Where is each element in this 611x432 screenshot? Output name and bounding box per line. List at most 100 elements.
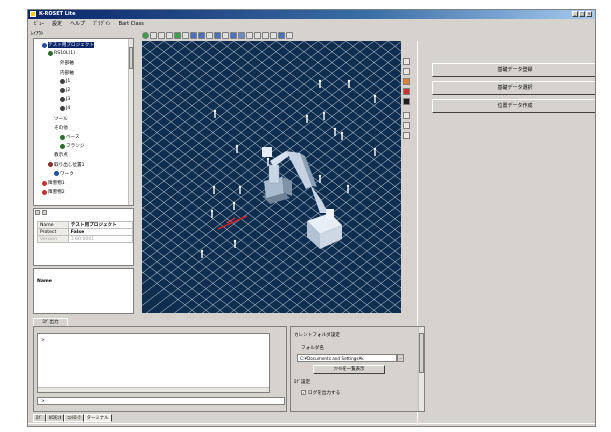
menu-bart-class[interactable]: Bart Class [119, 20, 144, 28]
log-hscrollbar[interactable] [38, 387, 269, 392]
tree-node[interactable]: 外部軸 [54, 60, 74, 66]
settings-icon[interactable] [286, 31, 293, 39]
zoom-icon[interactable] [166, 31, 173, 39]
minimize-button[interactable]: _ [572, 11, 578, 17]
light-icon[interactable] [262, 31, 269, 39]
rotate-icon[interactable] [150, 31, 157, 39]
tree-scroll-thumb[interactable] [129, 47, 133, 69]
wire-icon[interactable] [230, 31, 237, 39]
property-row[interactable]: Version 1.00.0001 [37, 235, 134, 243]
tree-node-label: J3 [66, 97, 71, 103]
checkbox-check-icon[interactable]: ✓ [301, 390, 306, 395]
folder-path-field[interactable]: C:¥Documents and Settings¥k [297, 354, 397, 362]
tree-node[interactable]: J2 [60, 88, 70, 93]
menu-view[interactable]: ﾋﾞｭｰ [34, 20, 44, 28]
tree-node[interactable]: 内部軸 [54, 70, 74, 76]
tree-node-icon [60, 78, 65, 84]
command-input[interactable]: > [37, 397, 285, 405]
workpiece-box[interactable] [307, 209, 342, 249]
tab-log[interactable]: ﾛｸﾞ [33, 414, 46, 422]
robot-model[interactable] [262, 147, 328, 213]
view-front-icon[interactable] [174, 31, 181, 39]
log-output-checkbox[interactable]: ✓ ログを出力する [301, 390, 340, 396]
pan-icon[interactable] [158, 31, 165, 39]
teach-point-head [266, 157, 270, 161]
teach-point-head [322, 111, 326, 115]
tree-node-label: 障害物1 [48, 181, 65, 186]
tree-node-icon [54, 70, 59, 75]
tree-node[interactable]: J1 [60, 78, 70, 84]
view-tool-1-icon[interactable] [403, 58, 410, 65]
axis-icon[interactable] [270, 31, 277, 39]
tree-node[interactable]: J4 [60, 106, 70, 112]
property-value[interactable]: テスト用プロジェクト [67, 221, 134, 229]
tree-scrollbar[interactable] [128, 39, 133, 205]
view-side-icon[interactable] [182, 31, 189, 39]
grid-icon[interactable] [206, 31, 213, 39]
sort-alpha-icon[interactable] [42, 210, 47, 215]
folder-browse-button[interactable]: … [397, 354, 404, 362]
teach-point-head [373, 94, 377, 98]
property-value[interactable]: 1.00.0001 [67, 235, 134, 243]
camera-icon[interactable] [254, 31, 261, 39]
frame-icon[interactable] [278, 31, 285, 39]
tab-io-monitor[interactable]: I/Oﾓﾆﾀ [45, 414, 65, 422]
select-base-data-button[interactable]: 基礎データ選択 [432, 81, 595, 95]
register-base-data-button[interactable]: 基礎データ登録 [432, 63, 595, 77]
save-icon[interactable] [246, 31, 253, 39]
property-row[interactable]: Protect False [37, 228, 134, 236]
shade-icon[interactable] [238, 31, 245, 39]
create-position-data-button[interactable]: 位置データ作成 [432, 99, 595, 113]
tree-node[interactable]: ワーク [54, 171, 74, 177]
log-output-checkbox-label: ログを出力する [308, 391, 341, 396]
view-tool-8-icon[interactable] [403, 132, 410, 139]
menu-plugin[interactable]: ﾌﾟﾗｸﾞｲﾝ [93, 20, 111, 28]
layout-label[interactable]: ﾚｲｱｳﾄ [31, 30, 44, 37]
robot-icon[interactable] [214, 31, 221, 39]
view-tool-6-icon[interactable] [403, 112, 410, 119]
3d-viewport[interactable] [142, 41, 401, 313]
tree-node[interactable]: 障害物2 [42, 189, 65, 195]
tree-node-label: 障害物2 [48, 190, 65, 196]
description-name: Name [37, 279, 52, 284]
teach-point-head [347, 79, 351, 83]
fit-icon[interactable] [222, 31, 229, 39]
tab-controller[interactable]: ｺﾝﾄﾛｰﾗ [64, 414, 84, 422]
tree-node[interactable]: 障害物1 [42, 180, 65, 186]
view-tool-7-icon[interactable] [403, 122, 410, 129]
tree-node[interactable]: 教示点 [48, 152, 68, 158]
menu-settings[interactable]: 設定 [52, 20, 62, 28]
window-title: K-ROSET Lite [39, 11, 76, 17]
tree-node[interactable]: その他 [48, 125, 68, 131]
property-row[interactable]: Name テスト用プロジェクト [37, 221, 134, 229]
settings-scroll-thumb[interactable] [419, 333, 424, 373]
view-top-icon[interactable] [190, 31, 197, 39]
title-bar[interactable]: K-ROSET Lite _ □ × [28, 10, 595, 19]
tree-node-icon [48, 116, 53, 121]
tree-node[interactable]: ツール [48, 116, 68, 122]
maximize-button[interactable]: □ [579, 11, 585, 17]
tree-node[interactable]: 取り出し位置1 [48, 162, 85, 168]
view-iso-icon[interactable] [198, 31, 205, 39]
tab-log-output[interactable]: ﾛｸﾞ出力 [33, 318, 68, 326]
property-value[interactable]: False [67, 228, 134, 236]
view-tool-3-icon[interactable] [403, 78, 410, 85]
menu-help[interactable]: ヘルプ [70, 20, 85, 28]
list-files-button[interactable]: ﾌｧｲﾙを一覧表示 [313, 365, 385, 374]
log-output-area[interactable]: > [37, 333, 270, 393]
tree-node[interactable]: テスト用プロジェクト [42, 42, 94, 48]
view-tool-5-icon[interactable] [403, 98, 410, 105]
tree-node[interactable]: ベース [60, 134, 80, 140]
project-tree[interactable]: テスト用プロジェクト RS10L(1) 外部軸内部軸 J1 J2 J3 J4 ツールその他ベー… [33, 38, 134, 206]
settings-scrollbar[interactable] [418, 327, 424, 411]
tree-node[interactable]: フランジ [60, 143, 84, 149]
view-tool-4-icon[interactable] [403, 88, 410, 95]
tab-terminal[interactable]: ターミナル [83, 414, 112, 422]
tree-node[interactable]: J3 [60, 97, 71, 103]
viewport-canvas[interactable] [142, 41, 401, 313]
sort-category-icon[interactable] [35, 210, 40, 215]
play-icon[interactable] [142, 31, 149, 39]
tree-node[interactable]: RS10L(1) [48, 51, 75, 57]
view-tool-2-icon[interactable] [403, 68, 410, 75]
close-button[interactable]: × [586, 11, 592, 17]
